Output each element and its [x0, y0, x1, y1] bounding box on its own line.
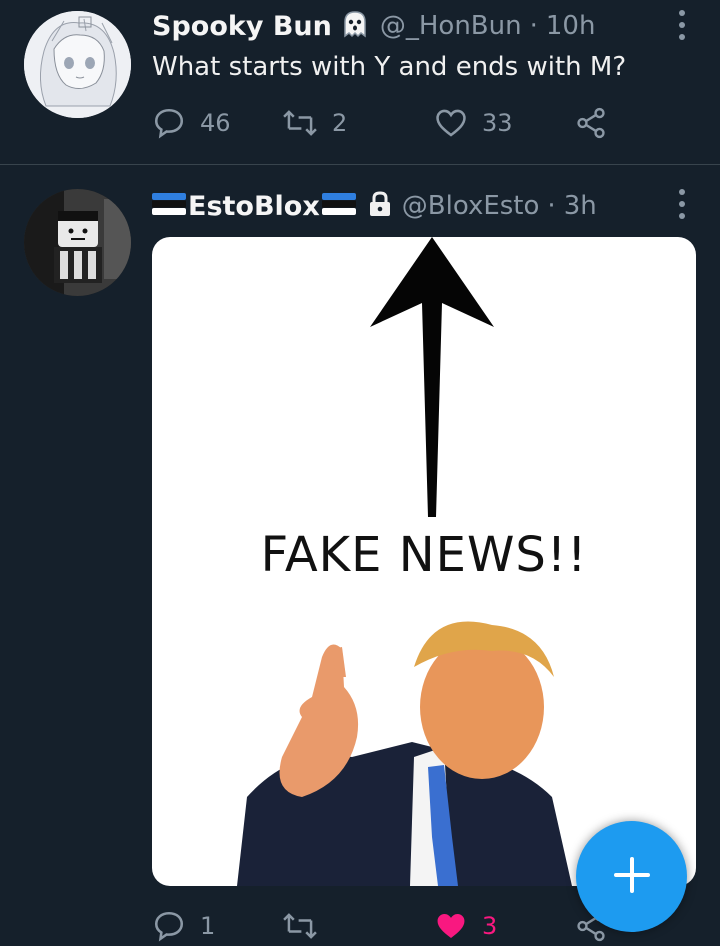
tweet-media-image[interactable]: FAKE NEWS!!: [152, 237, 696, 886]
user-handle[interactable]: @BloxEsto: [402, 191, 540, 221]
timestamp[interactable]: 10h: [546, 11, 596, 41]
timestamp[interactable]: 3h: [564, 191, 597, 221]
tweet-actions: 1 3: [152, 909, 608, 943]
like-count: 33: [482, 109, 513, 137]
lock-icon: [368, 191, 392, 221]
retweet-button[interactable]: [282, 909, 434, 943]
reply-count: 1: [200, 912, 216, 940]
reply-button[interactable]: 1: [152, 909, 282, 943]
reply-icon: [152, 106, 186, 140]
like-button[interactable]: 3: [434, 909, 574, 943]
separator-dot: ·: [529, 11, 538, 41]
estonia-flag-icon: [152, 193, 186, 219]
tweet[interactable]: Spooky Bun @_HonBun · 10h What starts wi…: [0, 0, 720, 165]
heart-filled-icon: [434, 909, 468, 943]
share-icon: [574, 106, 608, 140]
display-name[interactable]: EstoBlox: [188, 191, 320, 222]
reply-button[interactable]: 46: [152, 106, 282, 140]
reply-count: 46: [200, 109, 231, 137]
share-button[interactable]: [574, 106, 608, 140]
avatar[interactable]: [24, 189, 131, 296]
retweet-icon: [282, 909, 318, 943]
more-options-icon[interactable]: [676, 10, 688, 40]
tweet-header: Spooky Bun @_HonBun · 10h: [152, 6, 595, 46]
tweet-actions: 46 2 33: [152, 106, 608, 140]
retweet-icon: [282, 106, 318, 140]
retweet-count: 2: [332, 109, 348, 137]
plus-icon: [612, 855, 652, 899]
retweet-button[interactable]: 2: [282, 106, 434, 140]
avatar[interactable]: [24, 11, 131, 118]
estonia-flag-icon: [321, 193, 356, 219]
like-button[interactable]: 33: [434, 106, 574, 140]
person-pointing-image: [237, 621, 572, 886]
ghost-icon: [340, 9, 370, 43]
display-name[interactable]: Spooky Bun: [152, 11, 332, 42]
reply-icon: [152, 909, 186, 943]
like-count: 3: [482, 912, 498, 940]
more-options-icon[interactable]: [676, 189, 688, 219]
compose-tweet-button[interactable]: [576, 821, 687, 932]
user-handle[interactable]: @_HonBun: [380, 11, 522, 41]
heart-icon: [434, 106, 468, 140]
separator-dot: ·: [547, 191, 556, 221]
tweet-header: EstoBlox @BloxEsto · 3h: [152, 186, 597, 226]
tweet-text: What starts with Y and ends with M?: [152, 52, 627, 82]
